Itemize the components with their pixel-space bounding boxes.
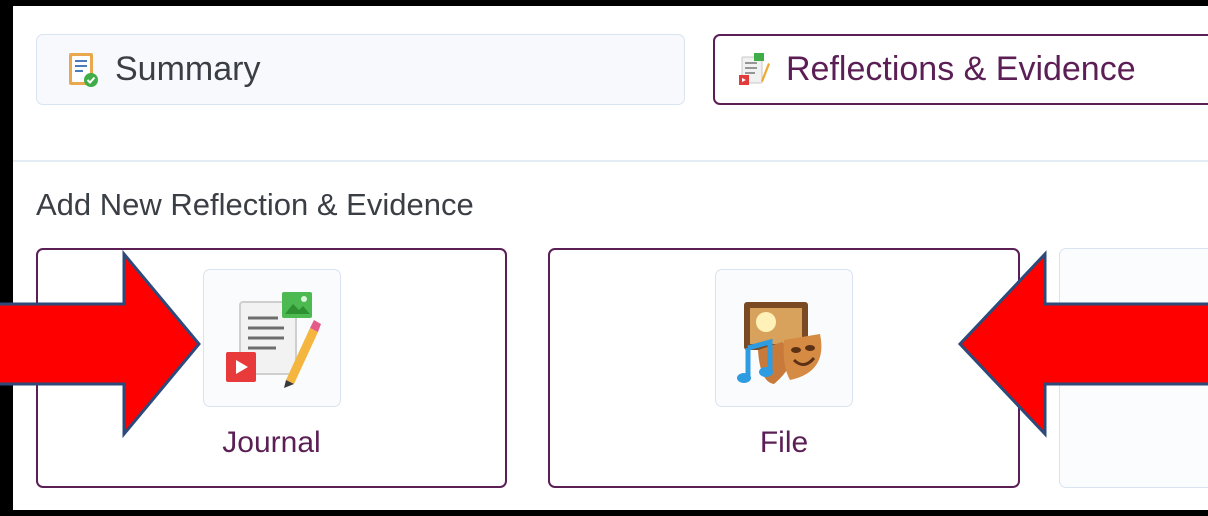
tab-reflections-evidence[interactable]: Reflections & Evidence xyxy=(713,34,1208,105)
tab-summary-label: Summary xyxy=(115,50,261,88)
section-heading: Add New Reflection & Evidence xyxy=(36,187,474,222)
reflection-journal-icon xyxy=(739,52,770,85)
tab-summary[interactable]: Summary xyxy=(36,34,685,105)
file-icon-box xyxy=(715,269,853,407)
file-media-icon xyxy=(737,302,822,384)
red-arrow-left-icon xyxy=(957,250,1208,438)
tab-reflections-label: Reflections & Evidence xyxy=(786,50,1136,88)
red-arrow-right-icon xyxy=(0,249,201,439)
section-divider xyxy=(13,160,1208,162)
file-card-label: File xyxy=(759,426,809,459)
summary-report-icon xyxy=(69,52,98,87)
